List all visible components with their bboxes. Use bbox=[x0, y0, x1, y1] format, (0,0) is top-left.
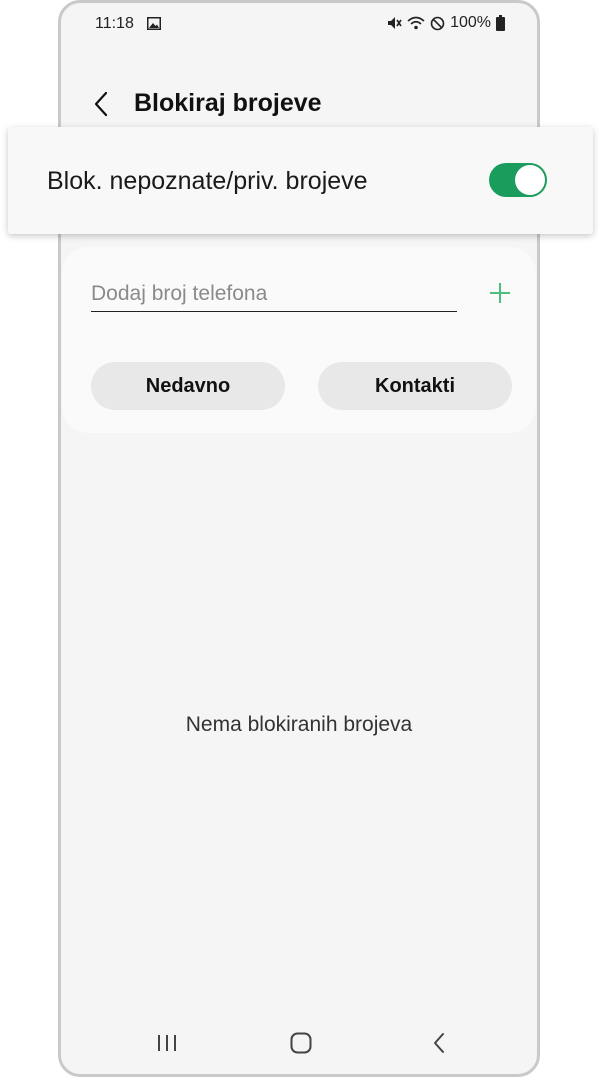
empty-state-message: Nema blokiranih brojeva bbox=[185, 713, 413, 736]
battery-level: 100% bbox=[450, 14, 491, 31]
phone-number-input[interactable] bbox=[91, 277, 457, 312]
add-number-card: Nedavno Kontakti bbox=[62, 247, 536, 433]
page-title: Blokiraj brojeve bbox=[134, 89, 322, 117]
recents-button[interactable] bbox=[151, 1028, 183, 1058]
toggle-knob bbox=[515, 165, 545, 195]
contacts-button[interactable]: Kontakti bbox=[318, 362, 512, 410]
back-button[interactable] bbox=[87, 87, 115, 121]
mute-icon bbox=[388, 17, 402, 29]
recent-button[interactable]: Nedavno bbox=[91, 362, 285, 410]
block-unknown-setting[interactable]: Blok. nepoznate/priv. brojeve bbox=[8, 127, 593, 234]
back-icon bbox=[434, 1033, 444, 1053]
block-unknown-toggle[interactable] bbox=[489, 163, 547, 197]
home-icon bbox=[290, 1032, 312, 1054]
status-bar: 11:18 100% bbox=[61, 3, 537, 45]
wifi-icon bbox=[407, 16, 425, 30]
battery-icon bbox=[496, 15, 505, 31]
app-header: Blokiraj brojeve bbox=[61, 81, 537, 127]
status-icons: 100% bbox=[386, 14, 505, 32]
chevron-left-icon bbox=[94, 91, 108, 117]
status-time: 11:18 bbox=[95, 15, 134, 32]
plus-icon bbox=[490, 283, 510, 303]
home-button[interactable] bbox=[285, 1028, 317, 1058]
navigation-bar bbox=[61, 1014, 537, 1074]
gallery-icon bbox=[147, 17, 161, 30]
block-unknown-label: Blok. nepoznate/priv. brojeve bbox=[47, 167, 368, 195]
recents-icon bbox=[158, 1035, 176, 1051]
add-number-button[interactable] bbox=[486, 279, 514, 307]
do-not-disturb-icon bbox=[430, 16, 445, 30]
nav-back-button[interactable] bbox=[423, 1028, 455, 1058]
